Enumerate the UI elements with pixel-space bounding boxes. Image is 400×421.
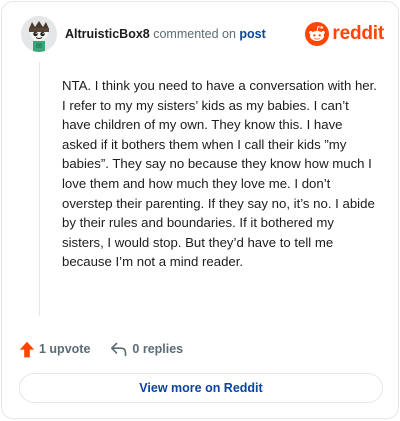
post-link[interactable]: post — [239, 27, 265, 41]
reddit-logo[interactable]: reddit — [305, 20, 384, 48]
reply-arrow-icon — [110, 342, 127, 357]
comment-embed-card: AltruisticBox8 commented on post reddit … — [1, 1, 399, 419]
thread-line — [39, 62, 40, 316]
reddit-wordmark: reddit — [332, 23, 384, 44]
comment-header: AltruisticBox8 commented on post reddit — [21, 16, 384, 54]
author-name[interactable]: AltruisticBox8 — [65, 27, 150, 41]
commented-on-text: commented on — [153, 27, 236, 41]
view-more-label: View more on Reddit — [139, 381, 263, 395]
replies-group[interactable]: 0 replies — [110, 342, 183, 357]
reply-count: 0 replies — [132, 342, 184, 356]
reddit-logo-icon — [305, 22, 330, 46]
snoo-avatar-icon — [21, 16, 57, 52]
view-more-button[interactable]: View more on Reddit — [19, 373, 383, 403]
author-line: AltruisticBox8 commented on post — [65, 27, 266, 41]
comment-actions: 1 upvote 0 replies — [19, 339, 183, 359]
comment-body: NTA. I think you need to have a conversa… — [62, 78, 377, 270]
upvote-count: 1 upvote — [39, 342, 91, 356]
upvote-arrow-icon[interactable] — [19, 341, 35, 358]
user-avatar[interactable] — [21, 16, 57, 52]
